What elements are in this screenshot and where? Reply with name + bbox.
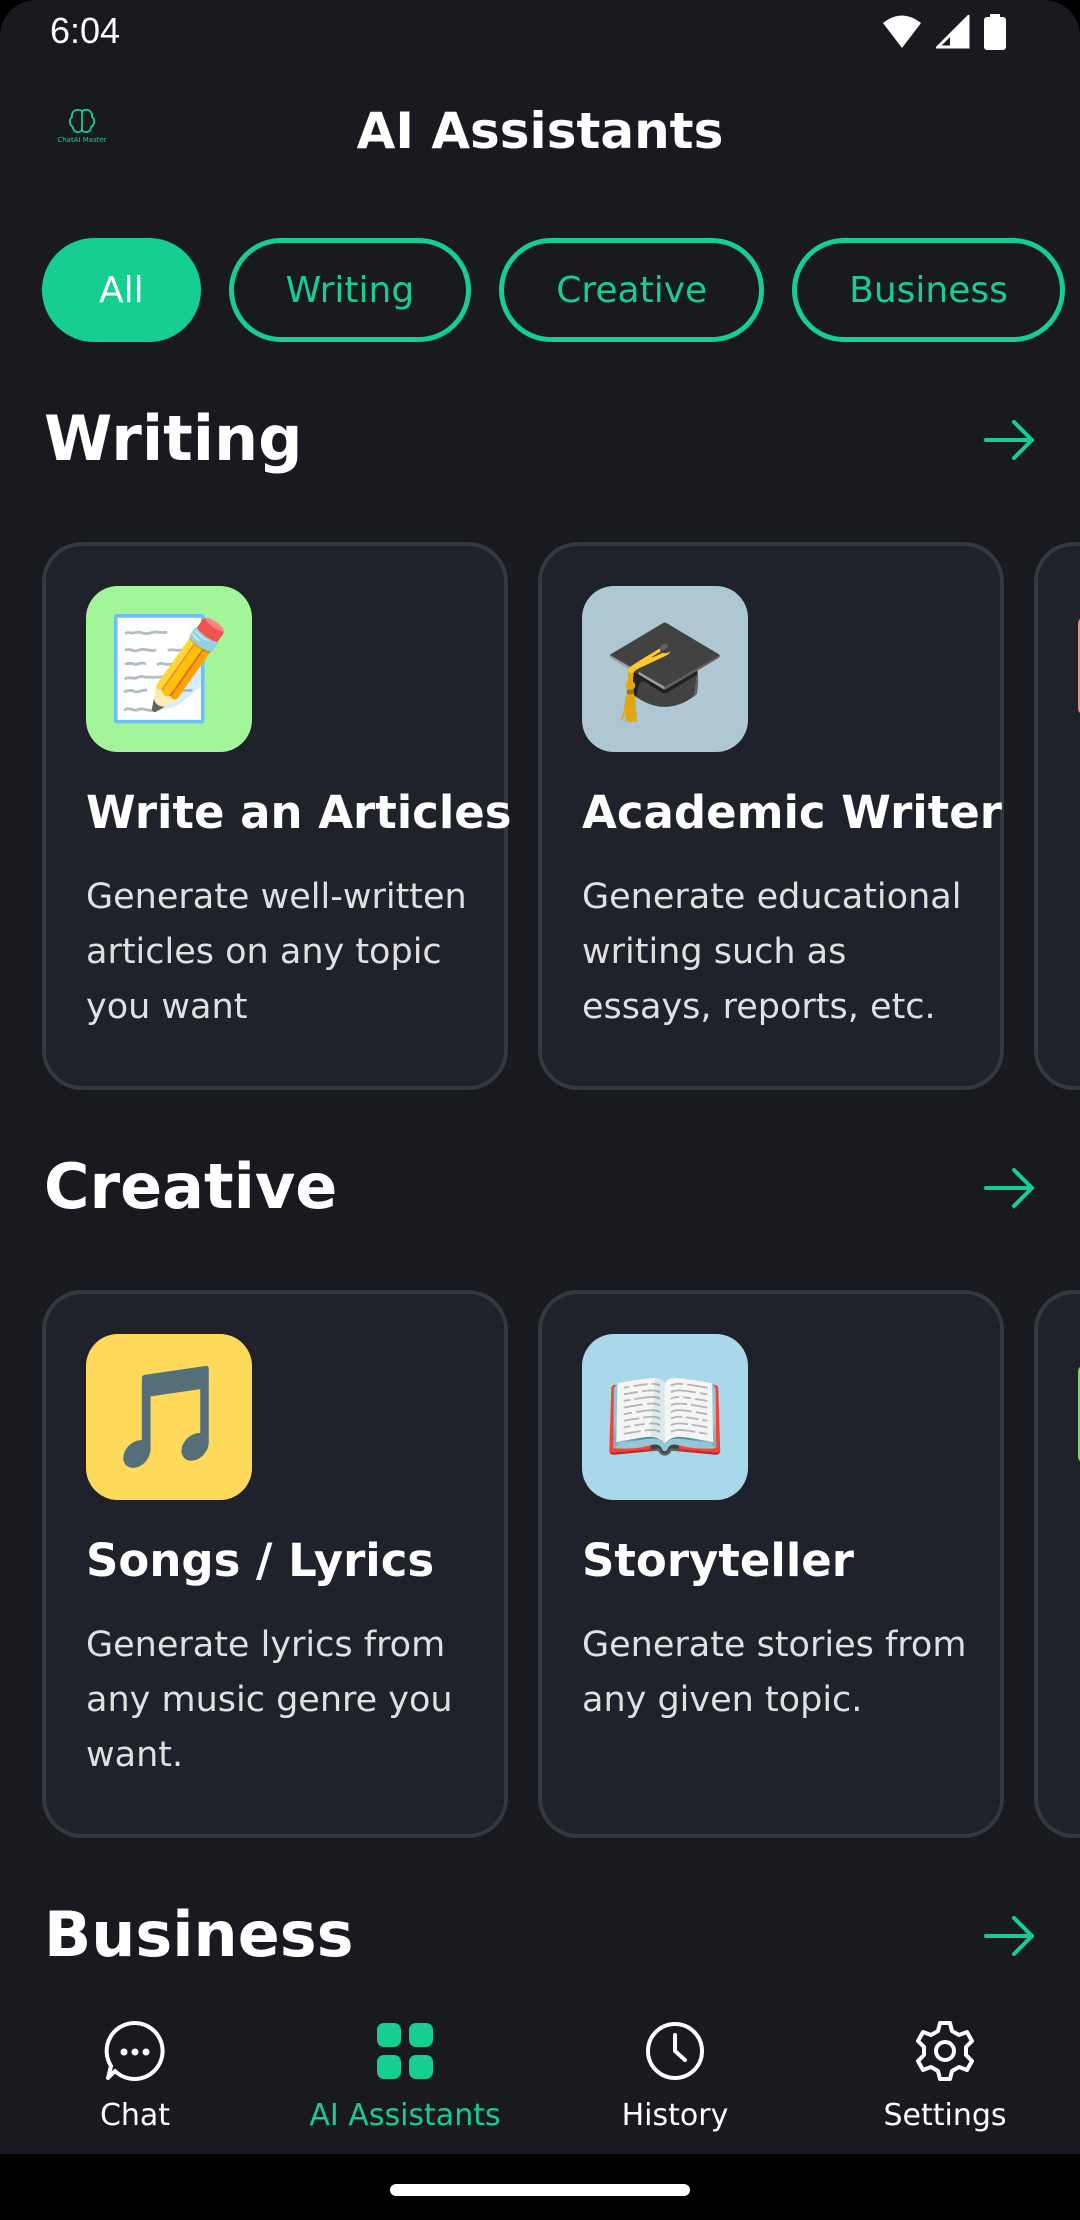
filter-chip-all[interactable]: All	[42, 238, 201, 342]
card-description: Generate stories from any given topic.	[582, 1625, 967, 1720]
nav-label: History	[621, 2098, 729, 2133]
nav-item-ai-assistants[interactable]: AI Assistants	[270, 2018, 540, 2133]
filter-chip-writing[interactable]: Writing	[228, 238, 472, 342]
card-description: Generate well-written articles on any to…	[86, 877, 467, 1027]
battery-icon	[984, 14, 1006, 50]
nav-item-settings[interactable]: Settings	[810, 2018, 1080, 2133]
nav-label: Chat	[99, 2098, 171, 2133]
arrow-right-icon[interactable]	[982, 1908, 1038, 1964]
home-gesture-bar[interactable]	[390, 2184, 690, 2196]
gear-icon	[916, 2021, 974, 2081]
assistant-card-write-article[interactable]: 📝 Write an Articles Generate well-writte…	[42, 542, 512, 1090]
card-title: Academic Writer	[582, 786, 1002, 839]
memo-icon: 📝	[86, 586, 252, 752]
card-title: Songs / Lyrics	[86, 1534, 435, 1587]
status-bar: 6:04	[0, 0, 1080, 66]
card-description: Generate educational writing such as ess…	[582, 877, 962, 1027]
app-screen: 6:04 ChatAI Master AI Assistants All Wri…	[0, 0, 1080, 2220]
cellular-signal-icon	[936, 15, 970, 49]
wifi-icon	[883, 15, 921, 48]
nav-label: Settings	[883, 2098, 1007, 2133]
arrow-right-icon[interactable]	[982, 1160, 1038, 1216]
assistant-card-storyteller[interactable]: 📖 Storyteller Generate stories from any …	[538, 1290, 1004, 1838]
page-title: AI Assistants	[356, 102, 724, 160]
assistant-card-partial[interactable]	[1034, 1290, 1080, 1838]
header: ChatAI Master AI Assistants	[0, 90, 1080, 180]
nav-label: AI Assistants	[309, 2098, 501, 2133]
section-title-creative: Creative	[44, 1150, 338, 1223]
graduation-cap-icon: 🎓	[582, 586, 748, 752]
card-description: Generate lyrics from any music genre you…	[86, 1625, 453, 1775]
status-time: 6:04	[50, 10, 121, 51]
status-icons	[882, 14, 1006, 50]
open-book-icon: 📖	[582, 1334, 748, 1500]
arrow-right-icon[interactable]	[982, 412, 1038, 468]
clock-icon	[646, 2022, 704, 2080]
assistant-card-partial[interactable]	[1034, 542, 1080, 1090]
filter-chip-creative[interactable]: Creative	[499, 238, 765, 342]
chat-bubble-icon	[104, 2020, 165, 2081]
gesture-navigation-area	[0, 2154, 1080, 2220]
nav-item-history[interactable]: History	[540, 2018, 810, 2133]
card-title: Write an Articles	[86, 786, 512, 839]
grid-icon	[377, 2023, 433, 2079]
assistant-card-academic-writer[interactable]: 🎓 Academic Writer Generate educational w…	[538, 542, 1004, 1090]
category-filter-chips: All Writing Creative Business	[42, 238, 1080, 342]
section-title-business: Business	[44, 1898, 354, 1971]
nav-item-chat[interactable]: Chat	[0, 2018, 270, 2133]
section-title-writing: Writing	[44, 402, 303, 475]
card-title: Storyteller	[582, 1534, 854, 1587]
music-notes-icon: 🎵	[86, 1334, 252, 1500]
filter-chip-business[interactable]: Business	[792, 238, 1065, 342]
assistant-card-songs-lyrics[interactable]: 🎵 Songs / Lyrics Generate lyrics from an…	[42, 1290, 508, 1838]
bottom-navigation: Chat AI Assistants History Settings	[0, 2006, 1080, 2156]
